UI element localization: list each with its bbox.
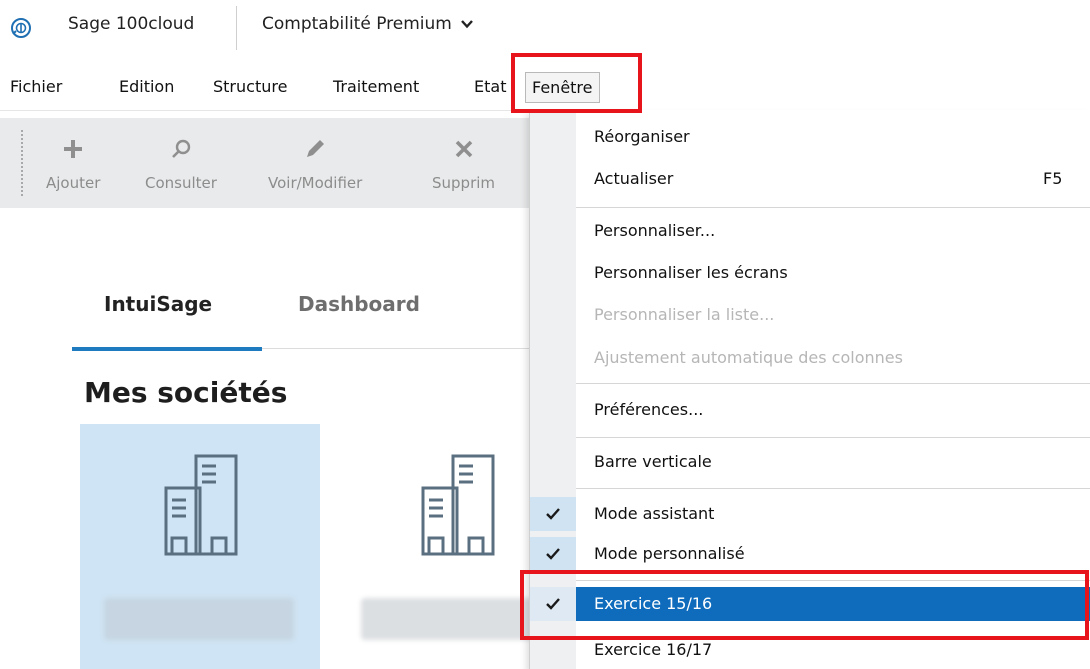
menu-item-personnaliser-ecrans[interactable]: Personnaliser les écrans	[530, 256, 1090, 290]
menu-item-label: Mode personnalisé	[594, 544, 745, 563]
menu-separator	[576, 488, 1090, 489]
menu-structure[interactable]: Structure	[213, 77, 287, 96]
app-name: Sage 100cloud	[68, 14, 195, 34]
sage-compass-icon[interactable]	[10, 17, 32, 39]
consult-button[interactable]: Consulter	[145, 136, 217, 192]
chevron-down-icon	[460, 20, 473, 29]
menu-fichier[interactable]: Fichier	[10, 77, 62, 96]
menu-edition[interactable]: Edition	[119, 77, 174, 96]
toolbar-grip[interactable]	[21, 130, 25, 196]
building-icon	[421, 454, 495, 556]
edit-button-label: Voir/Modifier	[268, 174, 363, 192]
menu-traitement[interactable]: Traitement	[333, 77, 419, 96]
add-button-label: Ajouter	[46, 174, 101, 192]
product-name: Comptabilité Premium	[262, 14, 452, 34]
company-tile[interactable]	[337, 424, 551, 669]
menu-item-personnaliser-liste: Personnaliser la liste...	[530, 298, 1090, 332]
menu-item-label: Réorganiser	[594, 127, 690, 146]
menu-item-actualiser[interactable]: Actualiser F5	[530, 162, 1090, 196]
company-name-blurred	[104, 598, 294, 640]
menu-item-label: Personnaliser la liste...	[594, 305, 775, 324]
highlight-box-menu	[511, 53, 642, 113]
consult-button-label: Consulter	[145, 174, 217, 192]
title-separator	[236, 6, 237, 50]
plus-icon	[64, 140, 83, 158]
section-title: Mes sociétés	[84, 376, 288, 409]
menu-separator	[576, 437, 1090, 438]
menu-item-barre-verticale[interactable]: Barre verticale	[530, 445, 1090, 479]
menu-separator	[576, 383, 1090, 384]
shortcut-label: F5	[1043, 169, 1063, 188]
close-icon	[455, 140, 472, 158]
edit-button[interactable]: Voir/Modifier	[268, 136, 362, 192]
menu-item-label: Barre verticale	[594, 452, 712, 471]
menu-separator	[576, 207, 1090, 208]
add-button[interactable]: Ajouter	[46, 136, 100, 192]
toolbar: Ajouter Consulter Voir/Modifier Supprim	[0, 118, 530, 208]
menu-item-ajustement-colonnes: Ajustement automatique des colonnes	[530, 341, 1090, 375]
menu-item-label: Actualiser	[594, 169, 674, 188]
menu-item-personnaliser[interactable]: Personnaliser...	[530, 214, 1090, 248]
checkmark-icon	[546, 508, 560, 520]
menu-item-label: Ajustement automatique des colonnes	[594, 348, 903, 367]
menu-item-label: Personnaliser les écrans	[594, 263, 788, 282]
menu-item-label: Préférences...	[594, 400, 704, 419]
active-tab-indicator	[72, 347, 262, 351]
menu-item-label: Mode assistant	[594, 504, 715, 523]
menu-item-label: Personnaliser...	[594, 221, 716, 240]
menu-item-preferences[interactable]: Préférences...	[530, 393, 1090, 427]
building-icon	[164, 454, 238, 556]
menu-item-mode-assistant[interactable]: Mode assistant	[530, 497, 1090, 531]
tab-intuisage[interactable]: IntuiSage	[104, 292, 212, 316]
product-selector[interactable]: Comptabilité Premium	[262, 14, 474, 34]
menu-item-reorganiser[interactable]: Réorganiser	[530, 120, 1090, 154]
delete-button-label: Supprim	[432, 174, 496, 192]
menu-item-label: Exercice 16/17	[594, 640, 713, 659]
company-tile[interactable]	[80, 424, 320, 669]
tab-dashboard[interactable]: Dashboard	[298, 292, 420, 316]
highlight-box-exercice	[520, 570, 1089, 640]
pencil-icon	[307, 140, 325, 157]
search-icon	[172, 139, 191, 158]
menu-item-mode-personnalise[interactable]: Mode personnalisé	[530, 537, 1090, 571]
checkmark-icon	[546, 548, 560, 560]
delete-button[interactable]: Supprim	[432, 136, 495, 192]
